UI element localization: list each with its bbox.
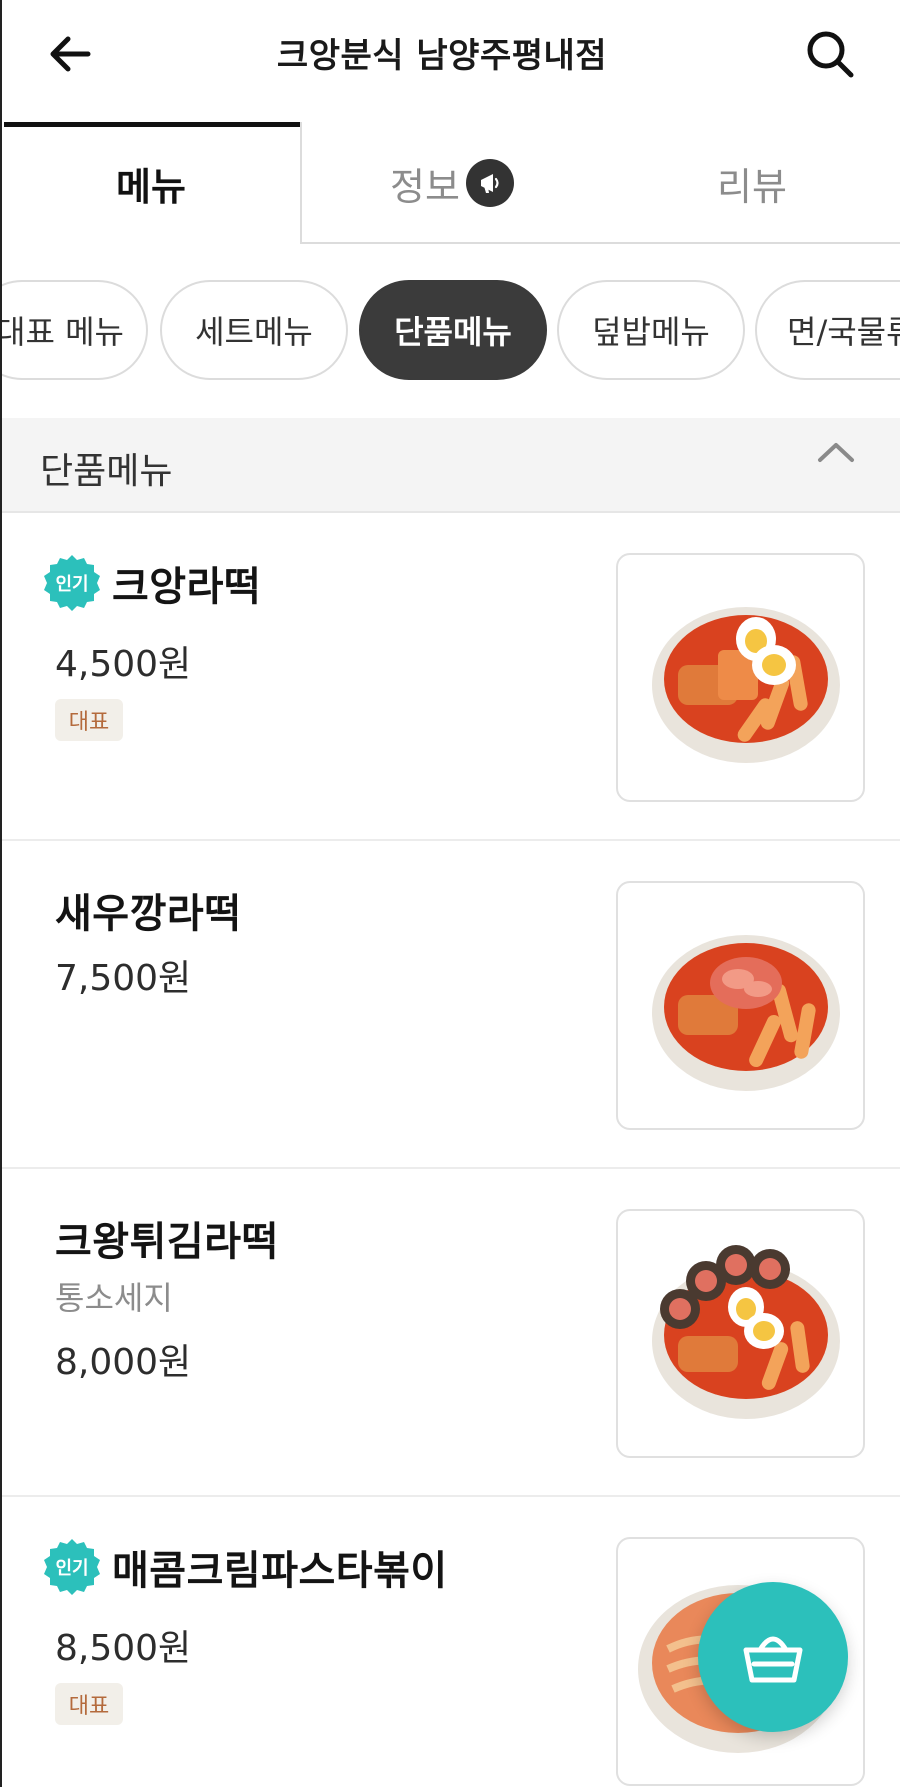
popular-badge-icon: 인기 [44,555,100,611]
popular-badge-icon: 인기 [44,1539,100,1595]
chip-label: 대표 메뉴 [2,313,124,351]
item-photo [616,881,865,1130]
chip-label: 면/국물류 [787,313,900,351]
collapse-button[interactable] [814,432,858,476]
item-price: 4,500원 [55,644,192,685]
item-photo [616,553,865,802]
item-price: 7,500원 [55,958,192,999]
app-frame: 크앙분식 남양주평내점 메뉴 정보 리뷰 대표 메뉴 세트메뉴 단품메뉴 덮밥메… [0,0,900,1787]
section-title: 단품메뉴 [40,451,173,492]
search-icon [807,31,854,78]
chip-label: 단품메뉴 [394,313,512,351]
tab-review-label: 리뷰 [717,164,787,209]
item-description: 통소세지 [55,1279,173,1317]
top-bar: 크앙분식 남양주평내점 [2,0,900,110]
chip-single[interactable]: 단품메뉴 [359,280,547,380]
search-button[interactable] [802,26,858,82]
chip-set[interactable]: 세트메뉴 [160,280,348,380]
page-title: 크앙분식 남양주평내점 [276,36,608,76]
chip-label: 덮밥메뉴 [592,313,710,351]
item-name-row: 인기 매콤크림파스타볶이 [42,1537,448,1597]
fried-rabokki-bowl-image [652,1245,840,1419]
item-name: 새우깡라떡 [55,891,242,937]
rabokki-bowl-image [652,607,840,763]
chip-label: 세트메뉴 [195,313,313,351]
chip-rice-bowl[interactable]: 덮밥메뉴 [557,280,745,380]
shrimp-rabokki-bowl-image [652,935,840,1091]
tab-menu[interactable]: 메뉴 [2,122,302,244]
item-name: 크앙라떡 [112,564,262,610]
menu-item[interactable]: 크왕튀김라떡 통소세지 8,000원 [2,1169,900,1497]
signature-tag: 대표 [55,699,123,741]
tab-info-label: 정보 [390,164,460,209]
item-name-row: 인기 크앙라떡 [42,553,261,613]
menu-item[interactable]: 인기 크앙라떡 4,500원 대표 [2,513,900,841]
chip-signature[interactable]: 대표 메뉴 [2,280,148,380]
megaphone-icon [465,159,514,207]
chip-noodle-soup[interactable]: 면/국물류 [755,280,900,380]
cart-button[interactable] [698,1582,848,1732]
item-price: 8,000원 [55,1342,192,1383]
item-price: 8,500원 [55,1628,192,1669]
tab-info[interactable]: 정보 [302,122,602,244]
popular-badge-label: 인기 [55,1558,88,1579]
signature-tag: 대표 [55,1683,123,1725]
tab-review[interactable]: 리뷰 [602,122,900,244]
basket-icon [743,1636,803,1683]
item-photo [616,1209,865,1458]
item-name-row: 새우깡라떡 [55,881,242,939]
item-name: 매콤크림파스타볶이 [112,1548,448,1594]
chevron-up-icon [818,443,854,462]
store-tabs: 메뉴 정보 리뷰 [2,122,900,244]
category-chips: 대표 메뉴 세트메뉴 단품메뉴 덮밥메뉴 면/국물류 [2,280,900,380]
item-name-row: 크왕튀김라떡 [55,1209,279,1267]
section-header[interactable]: 단품메뉴 [2,418,900,513]
item-name: 크왕튀김라떡 [55,1219,279,1265]
menu-item[interactable]: 새우깡라떡 7,500원 [2,841,900,1169]
tab-menu-label: 메뉴 [116,164,186,209]
popular-badge-label: 인기 [55,574,88,595]
